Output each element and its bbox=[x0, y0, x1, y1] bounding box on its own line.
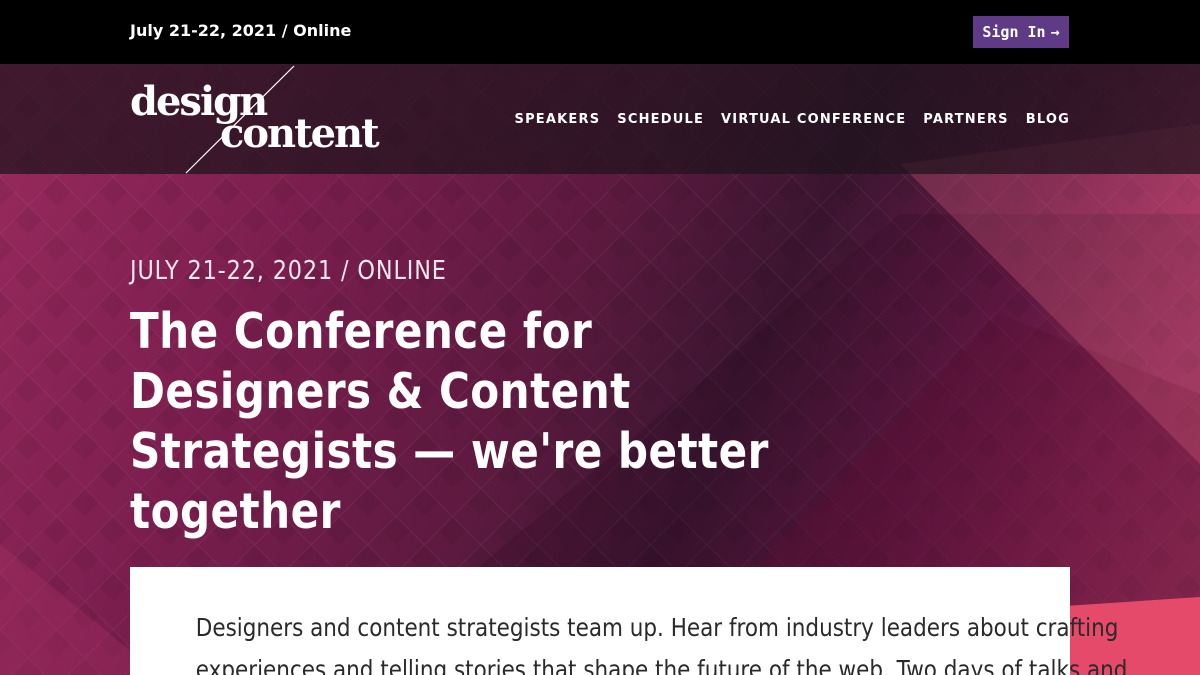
nav-virtual-conference[interactable]: VIRTUAL CONFERENCE bbox=[721, 112, 906, 127]
design-content-logo[interactable]: design content bbox=[128, 64, 380, 174]
intro-line-1: Designers and content strategists team u… bbox=[195, 613, 1119, 642]
intro-card: Designers and content strategists team u… bbox=[130, 567, 1128, 675]
primary-nav: SPEAKERS SCHEDULE VIRTUAL CONFERENCE PAR… bbox=[515, 112, 1071, 127]
sign-in-button[interactable]: Sign In → bbox=[973, 16, 1069, 48]
nav-partners[interactable]: PARTNERS bbox=[923, 112, 1008, 127]
hero-headline: The Conference for Designers & Content S… bbox=[130, 303, 769, 540]
arrow-right-icon: → bbox=[1050, 23, 1060, 41]
hero-kicker: JULY 21-22, 2021 / ONLINE bbox=[130, 256, 447, 286]
intro-line-2: experiences and telling stories that sha… bbox=[195, 655, 1128, 675]
event-date: July 21-22, 2021 / Online bbox=[130, 21, 352, 40]
logo-word-content: content bbox=[220, 110, 380, 157]
nav-schedule[interactable]: SCHEDULE bbox=[617, 112, 704, 127]
intro-text: Designers and content strategists team u… bbox=[195, 607, 1128, 675]
top-bar: July 21-22, 2021 / Online Sign In → bbox=[0, 0, 1200, 64]
sign-in-label: Sign In bbox=[982, 23, 1046, 41]
nav-blog[interactable]: BLOG bbox=[1026, 112, 1070, 127]
nav-speakers[interactable]: SPEAKERS bbox=[515, 112, 601, 127]
